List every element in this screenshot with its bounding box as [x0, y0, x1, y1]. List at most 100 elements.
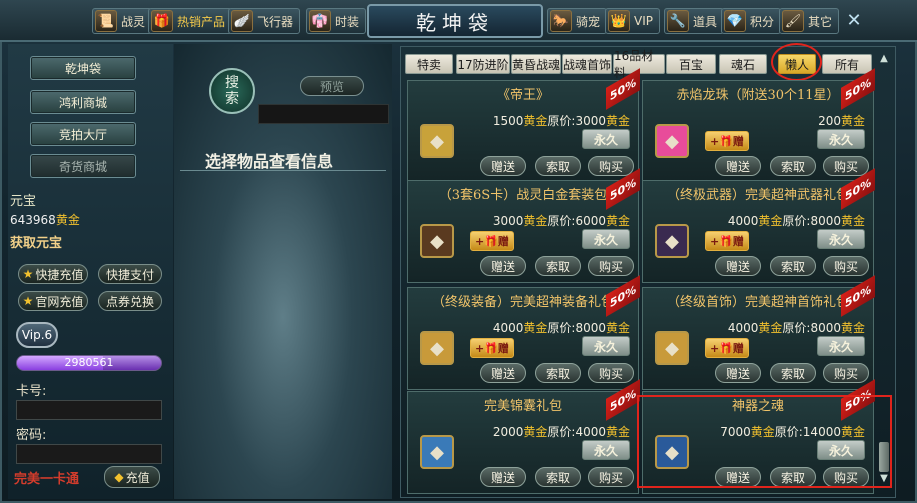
quick-recharge-button[interactable]: ★ 快捷充值	[18, 264, 88, 284]
buy-button[interactable]: 购买	[588, 156, 634, 176]
tab-items[interactable]: 🔧 道具	[664, 8, 725, 34]
tab-zhanling[interactable]: 📜 战灵	[92, 8, 153, 34]
category-tab-soul-stone[interactable]: 魂石	[719, 54, 767, 74]
shop-item-card[interactable]: （终级首饰）完美超神首饰礼包 50% ◆ +🎁 赠 4000黄金原价:8000黄金…	[642, 275, 875, 390]
duration-permanent[interactable]: 永久	[582, 129, 630, 149]
buy-button[interactable]: 购买	[588, 467, 634, 487]
tab-label: 道具	[693, 14, 718, 29]
search-button[interactable]: 搜 索	[209, 68, 255, 114]
shop-item-card[interactable]: （3套6S卡）战灵白金套装包 50% ◆ +🎁 赠 3000黄金原价:6000黄金…	[407, 168, 640, 283]
duration-permanent[interactable]: 永久	[817, 129, 865, 149]
dragon-orb-icon[interactable]: ◆	[655, 124, 689, 158]
item-price: 200黄金	[818, 112, 865, 129]
tab-mount[interactable]: 🐎 骑宠	[547, 8, 608, 34]
preview-button[interactable]: 预览	[300, 76, 364, 96]
duration-permanent[interactable]: 永久	[582, 229, 630, 249]
tab-hot-products[interactable]: 🎁 热销产品	[148, 8, 233, 34]
request-button[interactable]: 索取	[770, 256, 816, 276]
request-button[interactable]: 索取	[535, 156, 581, 176]
shop-item-card[interactable]: 完美锦囊礼包 50% ◆ 2000黄金原价:4000黄金 永久 赠送 索取 购买	[407, 379, 640, 494]
currency-unit: 黄金	[605, 214, 630, 228]
request-button[interactable]: 索取	[535, 467, 581, 487]
gift-button[interactable]: 赠送	[480, 156, 526, 176]
scroll-down-icon[interactable]: ▼	[876, 472, 892, 486]
treasure-chest-icon[interactable]: ◆	[420, 224, 454, 258]
request-button[interactable]: 索取	[770, 156, 816, 176]
gift-button[interactable]: 赠送	[715, 256, 761, 276]
voucher-exchange-button[interactable]: 点券兑换	[98, 291, 162, 311]
top-bar: 📜 战灵 🎁 热销产品 🪽 飞行器 👘 时装 乾坤袋 🐎 骑宠 👑 VIP 🔧 …	[0, 0, 917, 42]
blue-chest-icon[interactable]: ◆	[420, 435, 454, 469]
book-icon[interactable]: ◆	[420, 124, 454, 158]
category-tab-soul-jewelry[interactable]: 战魂首饰	[562, 54, 612, 74]
buy-button[interactable]: 购买	[588, 256, 634, 276]
shop-item-card[interactable]: （终级装备）完美超神装备礼包 50% ◆ +🎁 赠 4000黄金原价:8000黄金…	[407, 275, 640, 390]
gift-button[interactable]: 赠送	[715, 363, 761, 383]
search-label: 搜 索	[225, 75, 239, 107]
gift-button[interactable]: 赠送	[480, 256, 526, 276]
duration-permanent[interactable]: 永久	[582, 336, 630, 356]
gold-chest-icon[interactable]: ◆	[655, 331, 689, 365]
button-label: 充值	[125, 470, 150, 485]
category-tab-treasure[interactable]: 百宝	[666, 54, 716, 74]
crown-icon: 👑	[608, 10, 630, 32]
gift-button[interactable]: 赠送	[480, 467, 526, 487]
category-tab-sale[interactable]: 特卖	[405, 54, 453, 74]
card-number-input[interactable]	[16, 400, 162, 420]
nav-auction-hall[interactable]: 竞拍大厅	[30, 122, 136, 146]
wing-icon: 🪽	[231, 10, 253, 32]
buy-button[interactable]: 购买	[823, 156, 869, 176]
tab-aircraft[interactable]: 🪽 飞行器	[228, 8, 301, 34]
gift-tag-label: 赠	[497, 342, 509, 355]
item-title: （终极武器）完美超神武器礼包	[666, 188, 849, 203]
shop-item-card[interactable]: （终极武器）完美超神武器礼包 50% ◆ +🎁 赠 4000黄金原价:8000黄金…	[642, 168, 875, 283]
tab-label: 时装	[335, 14, 360, 29]
category-tab-17-armor[interactable]: 17防进阶	[456, 54, 510, 74]
info-title: 选择物品查看信息	[205, 152, 334, 171]
tab-label: 其它	[808, 14, 833, 29]
nav-hongli-mall[interactable]: 鸿利商城	[30, 90, 136, 114]
item-price: 4000黄金原价:8000黄金	[728, 319, 865, 336]
scrollbar[interactable]: ▲ ▼	[876, 52, 892, 488]
tab-other[interactable]: 🖌 其它	[779, 8, 840, 34]
buy-button[interactable]: 购买	[823, 363, 869, 383]
duration-permanent[interactable]: 永久	[817, 336, 865, 356]
quick-pay-button[interactable]: 快捷支付	[98, 264, 162, 284]
perfect-card-link[interactable]: 完美一卡通	[14, 468, 79, 487]
charge-button[interactable]: ◆ 充值	[104, 466, 160, 488]
gift-tag-label: 赠	[732, 135, 744, 148]
request-button[interactable]: 索取	[535, 256, 581, 276]
password-input[interactable]	[16, 444, 162, 464]
scroll-up-icon[interactable]: ▲	[876, 52, 892, 66]
shop-item-card[interactable]: 《帝王》 50% ◆ 1500黄金原价:3000黄金 永久 赠送 索取 购买	[407, 68, 640, 183]
duration-permanent[interactable]: 永久	[817, 229, 865, 249]
search-input[interactable]	[258, 104, 389, 124]
item-title: （终级首饰）完美超神首饰礼包	[666, 295, 849, 310]
shop-item-card[interactable]: 赤焰龙珠（附送30个11星） 50% ◆ +🎁 赠 200黄金 永久 赠送 索取 …	[642, 68, 875, 183]
tab-vip[interactable]: 👑 VIP	[605, 8, 660, 34]
star-icon: ★	[22, 294, 34, 308]
treasure-chest-icon[interactable]: ◆	[655, 224, 689, 258]
category-tab-all[interactable]: 所有	[822, 54, 872, 74]
tab-fashion[interactable]: 👘 时装	[306, 8, 367, 34]
gift-button[interactable]: 赠送	[715, 156, 761, 176]
duration-permanent[interactable]: 永久	[582, 440, 630, 460]
password-label: 密码:	[16, 428, 47, 443]
category-tab-dusk-soul[interactable]: 黄昏战魂	[511, 54, 561, 74]
request-button[interactable]: 索取	[535, 363, 581, 383]
buy-button[interactable]: 购买	[823, 256, 869, 276]
gift-button[interactable]: 赠送	[480, 363, 526, 383]
window-title: 乾坤袋	[367, 4, 543, 38]
original-price: 8000	[810, 214, 841, 228]
scroll-thumb[interactable]	[879, 442, 889, 472]
buy-button[interactable]: 购买	[588, 363, 634, 383]
gold-chest-icon[interactable]: ◆	[420, 331, 454, 365]
nav-rare-goods[interactable]: 奇货商城	[30, 154, 136, 178]
gift-tag: +🎁 赠	[470, 338, 514, 358]
original-price-label: 原价:	[782, 214, 811, 228]
official-recharge-button[interactable]: ★ 官网充值	[18, 291, 88, 311]
request-button[interactable]: 索取	[770, 363, 816, 383]
nav-qiankundai[interactable]: 乾坤袋	[30, 56, 136, 80]
close-icon[interactable]: ✕	[843, 10, 865, 32]
tab-points[interactable]: 💎 积分	[721, 8, 782, 34]
